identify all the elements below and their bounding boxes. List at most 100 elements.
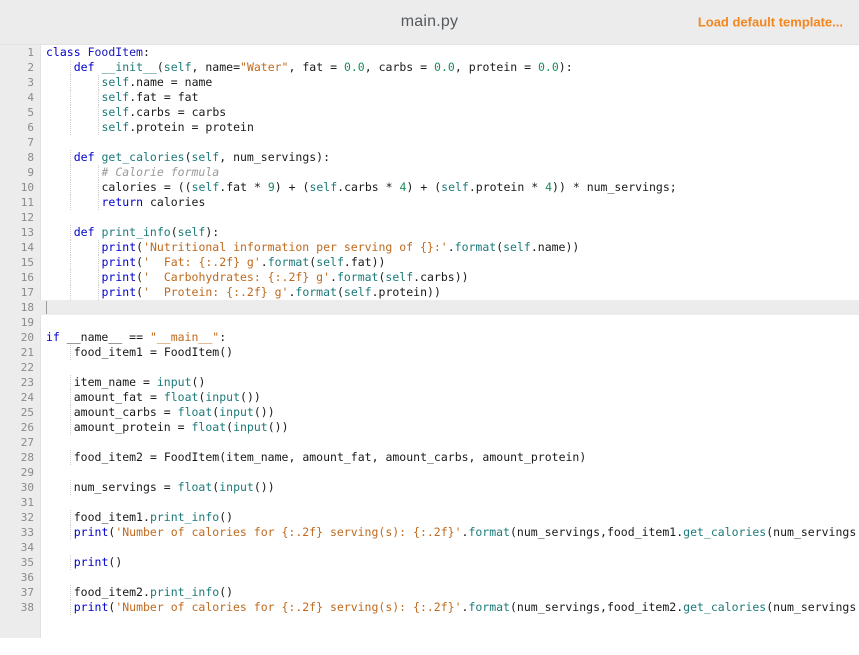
- code-line[interactable]: 16 print(' Carbohydrates: {:.2f} g'.form…: [0, 270, 859, 285]
- code-line[interactable]: 28 food_item2 = FoodItem(item_name, amou…: [0, 450, 859, 465]
- code-line[interactable]: 5 self.carbs = carbs: [0, 105, 859, 120]
- load-default-template-link[interactable]: Load default template...: [698, 15, 843, 30]
- code-line[interactable]: 1 class FoodItem:: [0, 45, 859, 60]
- code-line[interactable]: 30 num_servings = float(input()): [0, 480, 859, 495]
- code-text: calories = ((self.fat * 9) + (self.carbs…: [101, 180, 677, 194]
- line-number: 9: [27, 166, 34, 179]
- code-line[interactable]: 33 print('Number of calories for {:.2f} …: [0, 525, 859, 540]
- code-text: amount_fat = float(input()): [73, 390, 261, 404]
- line-number: 8: [27, 151, 34, 164]
- code-line[interactable]: 31: [0, 495, 859, 510]
- code-text: print(' Fat: {:.2f} g'.format(self.fat)): [101, 255, 386, 269]
- line-number: 3: [27, 76, 34, 89]
- code-line[interactable]: 24 amount_fat = float(input()): [0, 390, 859, 405]
- line-number: 2: [27, 61, 34, 74]
- code-text: print('Nutritional information per servi…: [101, 240, 580, 254]
- line-number: 31: [20, 496, 34, 509]
- line-number: 32: [20, 511, 34, 524]
- code-line[interactable]: 25 amount_carbs = float(input()): [0, 405, 859, 420]
- code-line[interactable]: 20 if __name__ == "__main__":: [0, 330, 859, 345]
- line-number: 35: [20, 556, 34, 569]
- line-number: 1: [27, 46, 34, 59]
- code-text: return calories: [101, 195, 206, 209]
- line-number: 7: [27, 136, 34, 149]
- code-text: print(): [73, 555, 123, 569]
- code-line[interactable]: 32 food_item1.print_info(): [0, 510, 859, 525]
- code-text: self.name = name: [101, 75, 213, 89]
- line-number: 10: [20, 181, 34, 194]
- code-text: food_item2.print_info(): [73, 585, 234, 599]
- line-number: 15: [20, 256, 34, 269]
- line-number: 14: [20, 241, 34, 254]
- code-line[interactable]: 35 print(): [0, 555, 859, 570]
- code-text: print(' Carbohydrates: {:.2f} g'.format(…: [101, 270, 469, 284]
- code-line[interactable]: 21 food_item1 = FoodItem(): [0, 345, 859, 360]
- code-text: print('Number of calories for {:.2f} ser…: [73, 600, 857, 614]
- code-line[interactable]: 3 self.name = name: [0, 75, 859, 90]
- line-number: 23: [20, 376, 34, 389]
- code-line[interactable]: 26 amount_protein = float(input()): [0, 420, 859, 435]
- line-number: 20: [20, 331, 34, 344]
- line-number: 28: [20, 451, 34, 464]
- code-text: def get_calories(self, num_servings):: [73, 150, 331, 164]
- code-line[interactable]: 29: [0, 465, 859, 480]
- code-line[interactable]: 17 print(' Protein: {:.2f} g'.format(sel…: [0, 285, 859, 300]
- code-text: class FoodItem:: [46, 45, 150, 59]
- code-text: if __name__ == "__main__":: [46, 330, 227, 344]
- line-number: 5: [27, 106, 34, 119]
- code-line[interactable]: 9 # Calorie formula: [0, 165, 859, 180]
- code-line[interactable]: 6 self.protein = protein: [0, 120, 859, 135]
- code-text: self.fat = fat: [101, 90, 199, 104]
- code-text: def __init__(self, name="Water", fat = 0…: [73, 60, 573, 74]
- code-line[interactable]: 2 def __init__(self, name="Water", fat =…: [0, 60, 859, 75]
- line-number: 26: [20, 421, 34, 434]
- code-text: self.protein = protein: [101, 120, 254, 134]
- code-line[interactable]: 23 item_name = input(): [0, 375, 859, 390]
- code-line[interactable]: 34: [0, 540, 859, 555]
- line-number: 37: [20, 586, 34, 599]
- line-number: 24: [20, 391, 34, 404]
- code-line[interactable]: 37 food_item2.print_info(): [0, 585, 859, 600]
- code-line[interactable]: 19: [0, 315, 859, 330]
- line-number: 36: [20, 571, 34, 584]
- line-number: 25: [20, 406, 34, 419]
- code-line[interactable]: 13 def print_info(self):: [0, 225, 859, 240]
- code-text: def print_info(self):: [73, 225, 220, 239]
- code-text: amount_protein = float(input()): [73, 420, 289, 434]
- line-number: 11: [20, 196, 34, 209]
- code-text: food_item2 = FoodItem(item_name, amount_…: [73, 450, 587, 464]
- code-content-area[interactable]: 1 class FoodItem: 2 def __init__(self, nam…: [0, 45, 859, 638]
- code-text: amount_carbs = float(input()): [73, 405, 275, 419]
- code-line[interactable]: 15 print(' Fat: {:.2f} g'.format(self.fa…: [0, 255, 859, 270]
- code-line[interactable]: 7: [0, 135, 859, 150]
- code-line[interactable]: 10 calories = ((self.fat * 9) + (self.ca…: [0, 180, 859, 195]
- line-number: 12: [20, 211, 34, 224]
- line-number: 22: [20, 361, 34, 374]
- code-text: num_servings = float(input()): [73, 480, 275, 494]
- code-line[interactable]: 36: [0, 570, 859, 585]
- line-number: 17: [20, 286, 34, 299]
- code-line[interactable]: 4 self.fat = fat: [0, 90, 859, 105]
- code-line[interactable]: 11 return calories: [0, 195, 859, 210]
- code-line[interactable]: 8 def get_calories(self, num_servings):: [0, 150, 859, 165]
- code-line[interactable]: 14 print('Nutritional information per se…: [0, 240, 859, 255]
- text-caret: [46, 301, 47, 314]
- editor-body[interactable]: 1 class FoodItem: 2 def __init__(self, nam…: [0, 45, 859, 655]
- line-number: 38: [20, 601, 34, 614]
- file-title: main.py: [400, 13, 459, 30]
- code-line[interactable]: 38 print('Number of calories for {:.2f} …: [0, 600, 859, 615]
- code-line[interactable]: 12: [0, 210, 859, 225]
- line-number: 6: [27, 121, 34, 134]
- line-number: 21: [20, 346, 34, 359]
- code-line[interactable]: 27: [0, 435, 859, 450]
- line-number: 33: [20, 526, 34, 539]
- line-number: 19: [20, 316, 34, 329]
- code-text: # Calorie formula: [101, 165, 220, 179]
- code-editor-window: main.py Load default template... 1 class …: [0, 0, 859, 655]
- line-number: 4: [27, 91, 34, 104]
- code-text: item_name = input(): [73, 375, 206, 389]
- line-number: 34: [20, 541, 34, 554]
- code-line[interactable]: 18: [0, 300, 859, 315]
- line-number: 27: [20, 436, 34, 449]
- code-line[interactable]: 22: [0, 360, 859, 375]
